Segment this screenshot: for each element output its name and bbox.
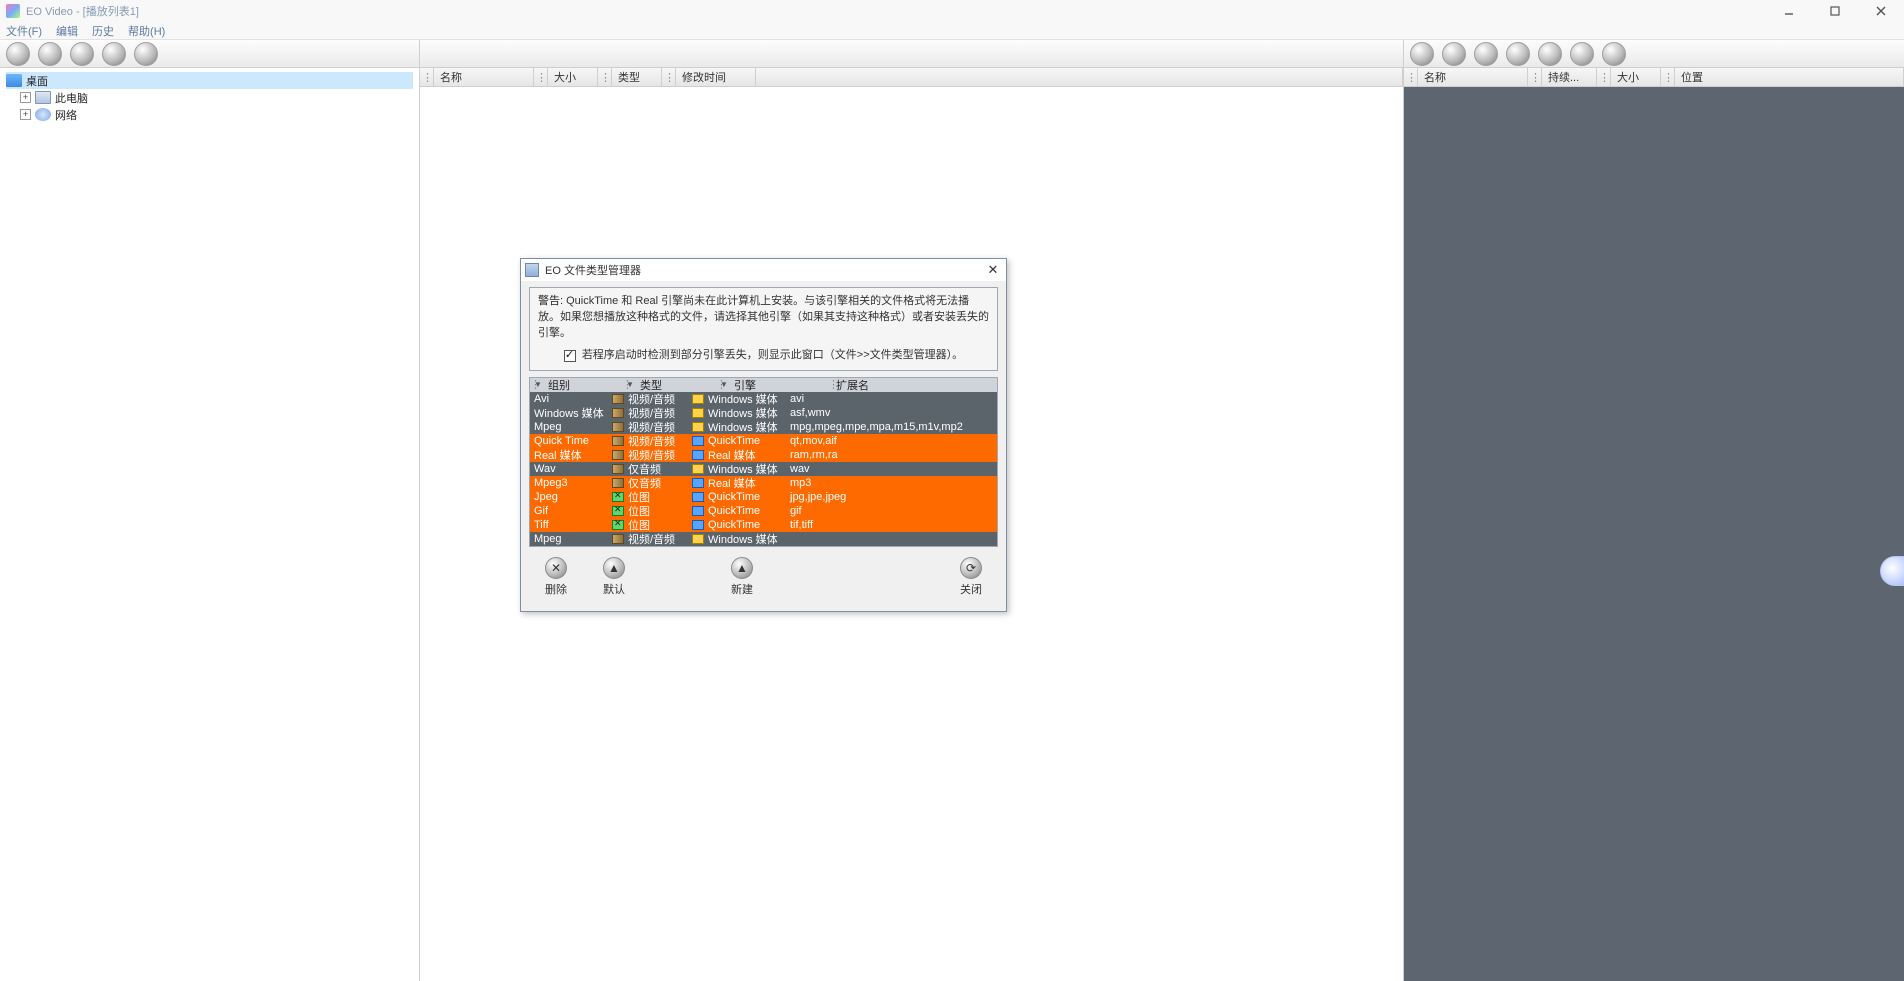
col-type[interactable]: 类型 (612, 68, 662, 86)
grid-row[interactable]: Tiff位图QuickTimetif,tiff (530, 518, 997, 532)
tree-item-label: 网络 (55, 107, 77, 123)
close-button[interactable] (1858, 0, 1904, 22)
toolbar-button-r7[interactable] (1602, 42, 1626, 66)
warning-text: QuickTime 和 Real 引擎尚未在此计算机上安装。与该引擎相关的文件格… (538, 295, 989, 339)
col-grip[interactable]: ⋮ (598, 68, 612, 86)
col-pl-size[interactable]: 大小 (1611, 68, 1661, 86)
dialog-button-bar: ✕ 删除 ▲ 默认 ▲ 新建 ⟳ 关闭 (529, 547, 998, 603)
grid-row[interactable]: Mpeg视频/音频Windows 媒体mpg,mpeg,mpe,mpa,m15,… (530, 420, 997, 434)
dialog-title: EO 文件类型管理器 (545, 262, 984, 278)
tree-item-pc[interactable]: + 此电脑 (20, 89, 413, 106)
app-icon (6, 4, 20, 18)
pc-icon (35, 91, 51, 104)
col-grip[interactable]: ⋮ (662, 68, 676, 86)
dialog-close-button[interactable]: ✕ (984, 261, 1002, 279)
right-toolbar (1404, 40, 1904, 68)
playlist-header: ⋮ 名称 ⋮ 持续... ⋮ 大小 ⋮ 位置 (1404, 68, 1904, 87)
grid-row[interactable]: Quick Time视频/音频QuickTimeqt,mov,aif (530, 434, 997, 448)
minimize-button[interactable] (1766, 0, 1812, 22)
toolbar-button-r4[interactable] (1506, 42, 1530, 66)
show-on-startup-checkbox[interactable] (564, 350, 576, 362)
expand-icon[interactable]: + (20, 92, 31, 103)
toolbar-button-5[interactable] (134, 42, 158, 66)
col-grip[interactable]: ⋮ (534, 68, 548, 86)
mid-toolbar (420, 40, 1403, 68)
warning-lead: 警告: (538, 295, 563, 307)
menu-bar: 文件(F) 编辑 历史 帮助(H) (0, 22, 1904, 40)
side-assist-bubble[interactable] (1880, 556, 1904, 586)
tree-root-label: 桌面 (26, 73, 48, 89)
file-type-manager-dialog: EO 文件类型管理器 ✕ 警告: QuickTime 和 Real 引擎尚未在此… (520, 258, 1007, 612)
toolbar-button-1[interactable] (6, 42, 30, 66)
toolbar-button-r1[interactable] (1410, 42, 1434, 66)
col-grip[interactable]: ⋮ (420, 68, 434, 86)
delete-button[interactable]: ✕ 删除 (545, 557, 567, 597)
grid-row[interactable]: Jpeg位图QuickTimejpg,jpe,jpeg (530, 490, 997, 504)
col-modified[interactable]: 修改时间 (676, 68, 756, 86)
grid-header: ⋮▼ 组别 ⋮▼ 类型 ⋮▼ 引擎 ⋮ 扩展名 (530, 378, 997, 392)
playlist-panel: ⋮ 名称 ⋮ 持续... ⋮ 大小 ⋮ 位置 (1404, 40, 1904, 981)
dialog-title-bar[interactable]: EO 文件类型管理器 ✕ (521, 259, 1006, 281)
file-type-grid: ⋮▼ 组别 ⋮▼ 类型 ⋮▼ 引擎 ⋮ 扩展名 Avi视频/音频Windows … (529, 377, 998, 547)
menu-edit[interactable]: 编辑 (56, 23, 78, 39)
grid-row[interactable]: Wav仅音频Windows 媒体wav (530, 462, 997, 476)
toolbar-button-4[interactable] (102, 42, 126, 66)
left-toolbar (0, 40, 419, 68)
toolbar-button-r6[interactable] (1570, 42, 1594, 66)
close-dialog-button[interactable]: ⟳ 关闭 (960, 557, 982, 597)
maximize-button[interactable] (1812, 0, 1858, 22)
grid-row[interactable]: Mpeg视频/音频Windows 媒体 (530, 532, 997, 546)
col-pl-cont[interactable]: 持续... (1542, 68, 1597, 86)
col-grip[interactable]: ⋮ (1528, 68, 1542, 86)
col-size[interactable]: 大小 (548, 68, 598, 86)
folder-tree[interactable]: 桌面 + 此电脑 + 网络 (0, 68, 419, 981)
new-button[interactable]: ▲ 新建 (731, 557, 753, 597)
dialog-body: 警告: QuickTime 和 Real 引擎尚未在此计算机上安装。与该引擎相关… (521, 281, 1006, 611)
folder-icon (6, 74, 22, 87)
tree-item-label: 此电脑 (55, 90, 88, 106)
col-pl-loc[interactable]: 位置 (1675, 68, 1904, 86)
warning-box: 警告: QuickTime 和 Real 引擎尚未在此计算机上安装。与该引擎相关… (529, 287, 998, 371)
checkbox-row: 若程序启动时检测到部分引擎丢失，则显示此窗口（文件>>文件类型管理器）。 (538, 348, 989, 364)
col-grip[interactable]: ⋮ (1661, 68, 1675, 86)
toolbar-button-r2[interactable] (1442, 42, 1466, 66)
left-panel: 桌面 + 此电脑 + 网络 (0, 40, 420, 981)
tree-item-network[interactable]: + 网络 (20, 106, 413, 123)
default-button[interactable]: ▲ 默认 (603, 557, 625, 597)
menu-history[interactable]: 历史 (92, 23, 114, 39)
toolbar-button-3[interactable] (70, 42, 94, 66)
grid-row[interactable]: Windows 媒体视频/音频Windows 媒体asf,wmv (530, 406, 997, 420)
toolbar-button-2[interactable] (38, 42, 62, 66)
grid-row[interactable]: Real 媒体视频/音频Real 媒体ram,rm,ra (530, 448, 997, 462)
new-icon: ▲ (731, 557, 753, 579)
toolbar-button-r3[interactable] (1474, 42, 1498, 66)
network-icon (35, 108, 51, 121)
default-icon: ▲ (603, 557, 625, 579)
grid-rows[interactable]: Avi视频/音频Windows 媒体aviWindows 媒体视频/音频Wind… (530, 392, 997, 546)
toolbar-button-r5[interactable] (1538, 42, 1562, 66)
col-name[interactable]: 名称 (434, 68, 534, 86)
window-title: EO Video - [播放列表1] (26, 3, 139, 19)
col-spacer (756, 68, 1403, 86)
checkbox-label: 若程序启动时检测到部分引擎丢失，则显示此窗口（文件>>文件类型管理器）。 (582, 348, 963, 364)
file-list-header: ⋮ 名称 ⋮ 大小 ⋮ 类型 ⋮ 修改时间 (420, 68, 1403, 87)
grid-row[interactable]: Gif位图QuickTimegif (530, 504, 997, 518)
expand-icon[interactable]: + (20, 109, 31, 120)
col-grip[interactable]: ⋮ (1404, 68, 1418, 86)
title-bar: EO Video - [播放列表1] (0, 0, 1904, 22)
grid-row[interactable]: Mpeg3仅音频Real 媒体mp3 (530, 476, 997, 490)
grid-row[interactable]: Avi视频/音频Windows 媒体avi (530, 392, 997, 406)
tree-root-desktop[interactable]: 桌面 (6, 72, 413, 89)
dialog-icon (525, 263, 539, 277)
close-icon: ⟳ (960, 557, 982, 579)
playlist-body[interactable] (1404, 87, 1904, 981)
col-grip[interactable]: ⋮ (1597, 68, 1611, 86)
col-pl-name[interactable]: 名称 (1418, 68, 1528, 86)
menu-help[interactable]: 帮助(H) (128, 23, 165, 39)
col-extension[interactable]: 扩展名 (832, 377, 997, 393)
menu-file[interactable]: 文件(F) (6, 23, 42, 39)
delete-icon: ✕ (545, 557, 567, 579)
